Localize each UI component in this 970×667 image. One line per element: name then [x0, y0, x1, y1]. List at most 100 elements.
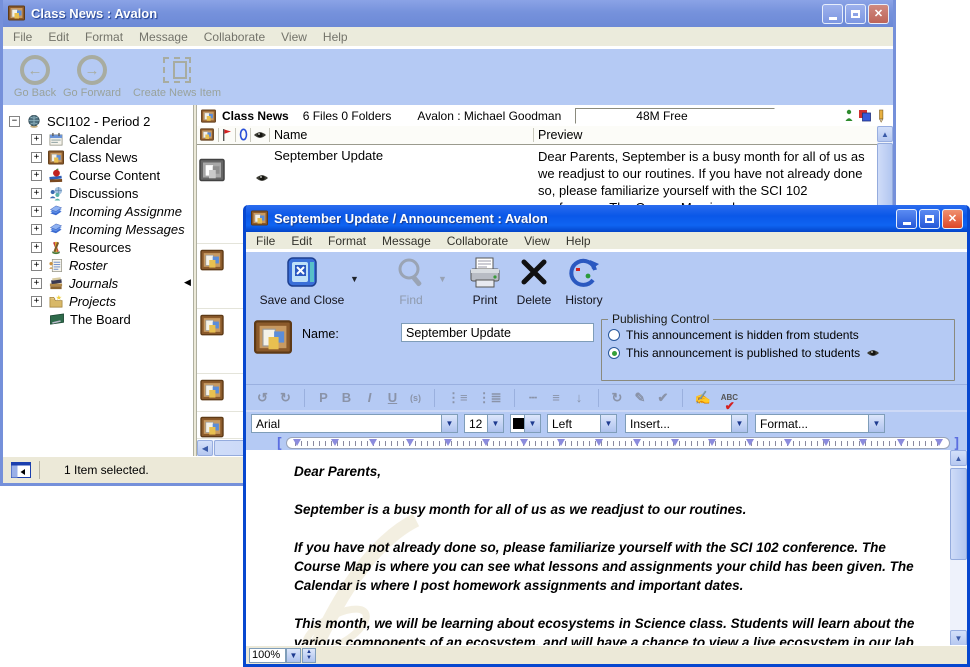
scroll-left-arrow[interactable]: ◀ — [197, 440, 213, 456]
name-input[interactable]: September Update — [401, 323, 594, 342]
chevron-down-icon[interactable]: ▼ — [487, 415, 503, 432]
toggle-panel-icon[interactable] — [11, 462, 31, 478]
body-vertical-scrollbar[interactable]: ▲ ▼ — [950, 450, 967, 646]
expand-box-icon[interactable]: + — [31, 242, 42, 253]
strike-style-icon[interactable]: (s) — [409, 393, 422, 403]
tree-item-journals[interactable]: + Journals — [31, 274, 118, 292]
name-column-header[interactable]: Name — [274, 128, 307, 142]
minimize-button[interactable] — [896, 209, 917, 229]
menu-file[interactable]: File — [5, 28, 40, 46]
find-button[interactable]: Find — [384, 256, 438, 307]
expand-box-icon[interactable]: + — [31, 170, 42, 181]
format-pen-icon[interactable]: ✎ — [634, 390, 647, 406]
indent-decrease-icon[interactable]: ┄ — [527, 390, 540, 406]
menu-message[interactable]: Message — [374, 232, 439, 250]
close-button[interactable]: ✕ — [868, 4, 889, 24]
scroll-up-arrow[interactable]: ▲ — [950, 450, 967, 466]
scrollbar-thumb[interactable] — [950, 468, 967, 560]
italic-icon[interactable]: I — [363, 390, 376, 405]
expand-box-icon[interactable]: + — [31, 260, 42, 271]
expand-box-icon[interactable]: + — [31, 296, 42, 307]
announcement-item-icon[interactable] — [200, 249, 224, 271]
font-size-combo[interactable]: 12 ▼ — [464, 414, 504, 433]
expand-box-icon[interactable]: + — [31, 188, 42, 199]
go-forward-button[interactable]: → Go Forward — [61, 55, 123, 99]
expand-box-icon[interactable]: + — [31, 206, 42, 217]
print-button[interactable]: Print — [460, 256, 510, 307]
menu-edit[interactable]: Edit — [40, 28, 77, 46]
tree-item-the-board[interactable]: The Board — [49, 310, 131, 328]
tree-item-calendar[interactable]: + Calendar — [31, 130, 122, 148]
save-and-close-button[interactable]: Save and Close — [254, 256, 350, 307]
chevron-down-icon[interactable]: ▼ — [600, 415, 616, 432]
indent-increase-icon[interactable]: ≡ — [550, 390, 563, 405]
expand-box-icon[interactable]: + — [31, 134, 42, 145]
underline-icon[interactable]: U — [386, 390, 399, 405]
menu-file[interactable]: File — [248, 232, 283, 250]
tree-item-resources[interactable]: + Resources — [31, 238, 131, 256]
history-button[interactable]: History — [558, 256, 610, 307]
tree-item-course-content[interactable]: + Course Content — [31, 166, 160, 184]
scrollbar-thumb[interactable] — [877, 143, 893, 213]
tree-item-discussions[interactable]: + Discussions — [31, 184, 138, 202]
viewed-column-icon[interactable] — [253, 130, 267, 140]
tree-root[interactable]: − SCI102 - Period 2 — [9, 112, 150, 130]
flag-column-icon[interactable] — [222, 129, 232, 141]
menu-format[interactable]: Format — [320, 232, 374, 250]
plain-style-icon[interactable]: P — [317, 390, 330, 405]
spell-check-icon[interactable]: ABC✔ — [721, 393, 738, 402]
announcement-body[interactable]: Dear Parents, September is a busy month … — [246, 450, 967, 646]
alignment-combo[interactable]: Left ▼ — [547, 414, 617, 433]
minimize-button[interactable] — [822, 4, 843, 24]
radio-selected-icon[interactable] — [608, 347, 620, 359]
radio-unselected-icon[interactable] — [608, 329, 620, 341]
close-button[interactable]: ✕ — [942, 209, 963, 229]
menu-message[interactable]: Message — [131, 28, 196, 46]
menu-view[interactable]: View — [516, 232, 558, 250]
undo-icon[interactable]: ↺ — [256, 390, 269, 406]
maximize-button[interactable] — [919, 209, 940, 229]
announcement-item-icon[interactable] — [200, 379, 224, 401]
announcement-item-icon[interactable] — [200, 416, 224, 438]
tree-item-class-news[interactable]: + Class News — [31, 148, 138, 166]
bold-icon[interactable]: B — [340, 390, 353, 405]
chevron-down-icon[interactable]: ▼ — [731, 415, 747, 432]
create-news-item-button[interactable]: Create News Item — [123, 53, 231, 99]
line-spacing-icon[interactable]: ↓ — [573, 390, 586, 405]
tree-item-projects[interactable]: + Projects — [31, 292, 116, 310]
menu-edit[interactable]: Edit — [283, 232, 320, 250]
scroll-down-arrow[interactable]: ▼ — [950, 630, 967, 646]
chevron-down-icon[interactable]: ▼ — [524, 415, 540, 432]
tree-item-incoming-assignments[interactable]: + Incoming Assignme — [31, 202, 182, 220]
go-back-button[interactable]: ← Go Back — [9, 55, 61, 99]
menu-help[interactable]: Help — [315, 28, 356, 46]
bullet-list-icon[interactable]: ⋮≡ — [447, 390, 468, 406]
delete-button[interactable]: Delete — [510, 256, 558, 307]
attachment-column-icon[interactable] — [239, 128, 248, 141]
format-combo[interactable]: Format... ▼ — [755, 414, 885, 433]
expand-box-icon[interactable]: + — [31, 152, 42, 163]
chevron-down-icon[interactable]: ▼ — [441, 415, 457, 432]
menu-collaborate[interactable]: Collaborate — [439, 232, 516, 250]
expand-box-icon[interactable]: + — [31, 278, 42, 289]
zoom-spinner[interactable]: ▲▼ — [302, 648, 316, 663]
collapse-box-icon[interactable]: − — [9, 116, 20, 127]
revert-format-icon[interactable]: ↻ — [611, 390, 624, 406]
save-dropdown-chevron[interactable]: ▼ — [350, 274, 359, 284]
preview-column-header[interactable]: Preview — [538, 128, 582, 142]
menu-view[interactable]: View — [273, 28, 315, 46]
tree-item-roster[interactable]: + Roster — [31, 256, 107, 274]
tree-item-incoming-messages[interactable]: + Incoming Messages — [31, 220, 185, 238]
expand-box-icon[interactable]: + — [31, 224, 42, 235]
chevron-down-icon[interactable]: ▼ — [868, 415, 884, 432]
insert-combo[interactable]: Insert... ▼ — [625, 414, 748, 433]
radio-published-option[interactable]: This announcement is published to studen… — [608, 346, 954, 360]
radio-hidden-option[interactable]: This announcement is hidden from student… — [608, 328, 954, 342]
font-family-combo[interactable]: Arial ▼ — [251, 414, 458, 433]
menu-collaborate[interactable]: Collaborate — [196, 28, 273, 46]
scroll-up-arrow[interactable]: ▲ — [877, 126, 893, 142]
redo-icon[interactable]: ↻ — [279, 390, 292, 406]
zoom-chevron-icon[interactable]: ▼ — [286, 648, 301, 663]
font-color-combo[interactable]: ▼ — [510, 414, 541, 433]
signature-icon[interactable]: ✍ — [695, 390, 711, 406]
